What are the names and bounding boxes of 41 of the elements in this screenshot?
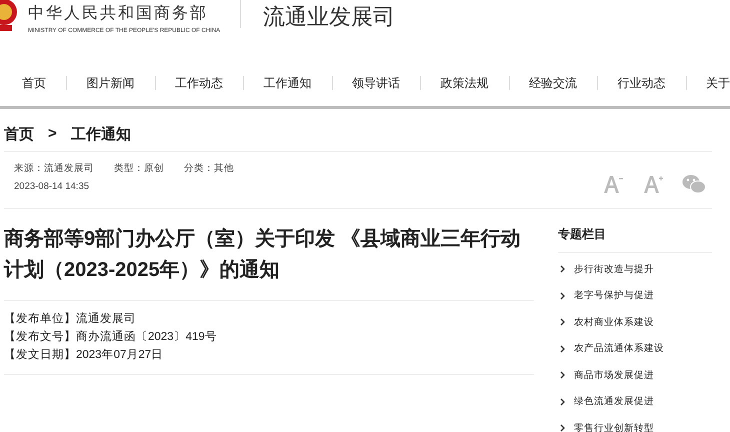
decrease-font-icon[interactable] xyxy=(602,174,624,194)
department-title: 流通业发展司 xyxy=(263,3,396,31)
breadcrumb-current: 工作通知 xyxy=(70,125,131,144)
breadcrumb-separator: > xyxy=(48,125,57,144)
nav-link[interactable]: 政策法规 xyxy=(440,74,488,92)
sidebar-link[interactable]: 农村商业体系建设 xyxy=(574,316,654,329)
category-text: 分类：其他 xyxy=(184,162,234,176)
nav-link[interactable]: 工作动态 xyxy=(175,74,223,92)
document-info-line: 【发布单位】流通发展司 xyxy=(4,311,137,327)
nav-link[interactable]: 行业动态 xyxy=(618,74,666,92)
sidebar-link[interactable]: 零售行业创新转型 xyxy=(574,422,654,432)
chevron-icon xyxy=(560,265,565,274)
publish-datetime: 2023-08-14 14:35 xyxy=(14,180,90,194)
nav-link[interactable]: 图片新闻 xyxy=(86,74,134,92)
article-title: 商务部等9部门办公厅（室）关于印发 《县域商业三年行动计划（2023-2025年）》的通知 xyxy=(4,224,534,301)
chevron-icon xyxy=(560,398,565,406)
sidebar-link[interactable]: 步行街改造与提升 xyxy=(574,262,654,276)
document-info-line: 【发文日期】2023年07月27日 xyxy=(4,348,164,363)
sidebar-link[interactable]: 商品市场发展促进 xyxy=(574,368,654,382)
nav-link[interactable]: 首页 xyxy=(22,74,46,92)
chevron-icon xyxy=(560,371,565,380)
sidebar-title: 专题栏目 xyxy=(558,226,712,253)
sidebar-link[interactable]: 老字号保护与促进 xyxy=(574,289,654,302)
chevron-icon xyxy=(560,292,565,300)
emblem-icon xyxy=(0,0,18,34)
increase-font-icon[interactable] xyxy=(642,174,664,194)
nav-link[interactable]: 工作通知 xyxy=(264,74,312,92)
sidebar-link[interactable]: 农产品流通体系建设 xyxy=(574,342,664,356)
wechat-icon[interactable] xyxy=(682,174,706,194)
ministry-name: 中华人民共和国商务部 xyxy=(28,4,209,24)
chevron-icon xyxy=(560,344,565,353)
type-text: 类型：原创 xyxy=(114,162,164,176)
sidebar-link[interactable]: 绿色流通发展促进 xyxy=(574,395,654,408)
document-info-line: 【发布文号】商办流通函〔2023〕419号 xyxy=(4,329,218,345)
nav-link[interactable]: 关于 xyxy=(706,74,730,92)
source-text: 来源：流通发展司 xyxy=(14,162,94,176)
chevron-icon xyxy=(560,318,565,326)
nav-link[interactable]: 领导讲话 xyxy=(352,74,400,92)
chevron-icon xyxy=(560,424,565,432)
breadcrumb-link[interactable]: 首页 xyxy=(4,125,34,144)
nav-link[interactable]: 经验交流 xyxy=(529,74,577,92)
